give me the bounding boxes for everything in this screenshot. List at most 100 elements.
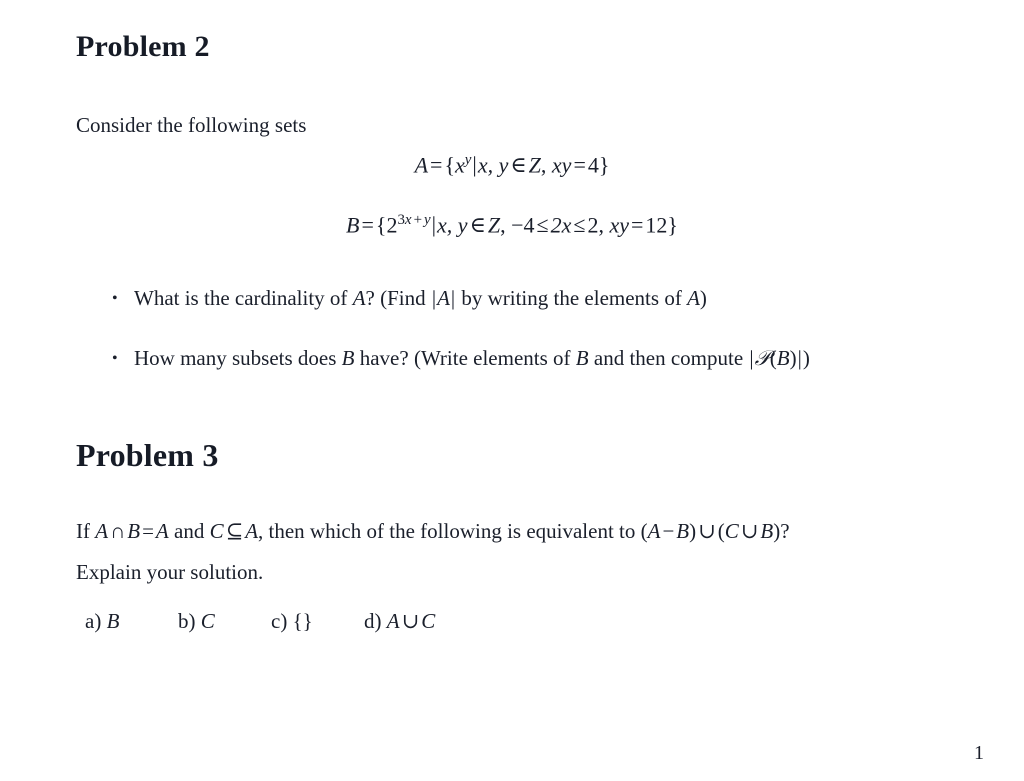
p3-var-c: C <box>209 519 224 543</box>
set-a-close-brace: } <box>598 152 610 178</box>
bullet-text-segment: ) <box>699 286 707 310</box>
set-a-equals: = <box>430 152 443 178</box>
set-b-exp-coefficient: 3 <box>397 212 405 228</box>
set-b-le-2: ≤ <box>573 212 586 238</box>
p3-var-b: B <box>127 519 141 543</box>
set-a-comma: , <box>540 152 547 178</box>
p3-equals: = <box>142 519 154 543</box>
set-b-equals: = <box>361 212 374 238</box>
document-page: Problem 2 Consider the following sets A=… <box>0 0 1024 781</box>
set-b-range-mid: 2x <box>550 212 572 238</box>
p3-var-b-3: B <box>760 519 774 543</box>
set-b-exponent: 3x + y <box>397 212 430 228</box>
choice-d-var-a: A <box>386 609 400 633</box>
choice-d-var-c: C <box>421 609 436 633</box>
union-operator-2: ∪ <box>740 519 759 543</box>
p3-paren-2-open: ( <box>717 519 725 543</box>
p3-text-segment: and <box>168 519 210 543</box>
set-b-condition-equals: = <box>631 212 644 238</box>
bullet-text-segment: by writing the elements of <box>456 286 688 310</box>
p3-text-segment: , then which of the following is equival… <box>258 519 641 543</box>
bullet-marker-icon: • <box>112 350 118 367</box>
set-a-condition-equals: = <box>573 152 586 178</box>
choice-a-value: B <box>106 609 120 633</box>
p3-var-c-2: C <box>724 519 739 543</box>
cardinality-var-a: A <box>437 286 450 310</box>
set-b-close-brace: } <box>667 212 678 238</box>
choice-b-label: b) <box>178 609 196 633</box>
set-b-base: 2 <box>386 212 398 238</box>
set-a-condition-lhs: xy <box>551 152 572 178</box>
set-a-vars: x, y <box>477 152 509 178</box>
set-b-condition-rhs: 12 <box>645 212 668 238</box>
problem-3-question-line-2: Explain your solution. <box>76 560 264 584</box>
powerset-symbol: 𝒫 <box>754 346 770 370</box>
set-b-exp-plus: + <box>413 212 422 228</box>
p3-paren-1-open: ( <box>640 519 648 543</box>
set-b-equation: B={23x + y|x, y∈Z, −4≤2x≤2, xy=12} <box>0 212 1024 238</box>
answer-choice-a[interactable]: a) B <box>85 609 178 634</box>
bullet-text-segment: How many subsets does <box>134 346 342 370</box>
p3-var-b-2: B <box>676 519 690 543</box>
set-b-exp-var-x: x <box>404 212 412 228</box>
union-operator-1: ∪ <box>698 519 716 543</box>
problem-3-question-line-1: If A∩B=A and C⊆A, then which of the foll… <box>76 519 790 544</box>
list-item: • How many subsets does B have? (Write el… <box>112 346 810 371</box>
choice-d-union-operator: ∪ <box>401 609 420 633</box>
powerset-paren-open: ( <box>769 346 777 370</box>
answer-choice-b[interactable]: b) C <box>178 609 271 634</box>
set-b-le-1: ≤ <box>536 212 549 238</box>
p3-text-segment: If <box>76 519 96 543</box>
problem-2-heading: Problem 2 <box>76 30 210 63</box>
answer-choice-d[interactable]: d) A∪C <box>364 609 435 634</box>
intersection-operator: ∩ <box>110 519 126 543</box>
set-b-vars: x, y <box>437 212 468 238</box>
p3-var-a-4: A <box>647 519 661 543</box>
bullet-var-b-second: B <box>575 346 589 370</box>
choice-c-label: c) <box>271 609 288 633</box>
problem-3-heading: Problem 3 <box>76 437 219 473</box>
set-b-comma-1: , <box>500 212 506 238</box>
page-number: 1 <box>974 742 984 764</box>
set-a-open-brace: { <box>444 152 456 178</box>
choice-a-label: a) <box>85 609 102 633</box>
bullet-marker-icon: • <box>112 290 118 307</box>
set-b-range-high: 2 <box>587 212 599 238</box>
set-b-domain: Z <box>487 212 501 238</box>
bullet-var-a-final: A <box>687 286 700 310</box>
p3-var-a-3: A <box>245 519 259 543</box>
bullet-text-segment: and then compute <box>588 346 749 370</box>
p3-question-mark: ? <box>780 519 790 543</box>
bullet-var-a: A <box>352 286 366 310</box>
choice-c-value: {} <box>292 609 313 633</box>
set-a-lhs: A <box>414 152 429 178</box>
bullet-text-segment: ? (Find <box>365 286 431 310</box>
subset-operator: ⊆ <box>225 519 244 543</box>
set-a-equation: A={xy|x, y∈Z, xy=4} <box>0 152 1024 178</box>
choice-d-label: d) <box>364 609 382 633</box>
set-b-lhs: B <box>346 212 360 238</box>
set-b-exp-var-y: y <box>424 212 431 228</box>
answer-choices-row: a) Bb) Cc) {} d) A∪C <box>85 609 435 634</box>
set-b-range-low: −4 <box>511 212 535 238</box>
set-b-element-of: ∈ <box>469 212 486 238</box>
p3-var-a: A <box>95 519 109 543</box>
problem-2-intro-text: Consider the following sets <box>76 113 307 137</box>
powerset-paren-close: ) <box>789 346 797 370</box>
answer-choice-c[interactable]: c) {} <box>271 609 364 634</box>
minus-operator: − <box>662 519 675 543</box>
bullet-var-b: B <box>341 346 355 370</box>
set-a-base: x <box>455 152 465 178</box>
powerset-var-b: B <box>776 346 790 370</box>
bullet-text-segment: ) <box>802 346 810 370</box>
set-b-condition-lhs: xy <box>609 212 629 238</box>
set-a-condition-rhs: 4 <box>587 152 599 178</box>
set-a-element-of: ∈ <box>510 152 527 178</box>
set-b-open-brace: { <box>375 212 387 238</box>
bullet-text-segment: have? (Write elements of <box>354 346 576 370</box>
set-a-domain: Z <box>528 152 541 178</box>
p3-var-a-2: A <box>155 519 169 543</box>
list-item: • What is the cardinality of A? (Find |A|… <box>112 286 707 311</box>
bullet-text-segment: What is the cardinality of <box>134 286 353 310</box>
choice-b-value: C <box>200 609 215 633</box>
